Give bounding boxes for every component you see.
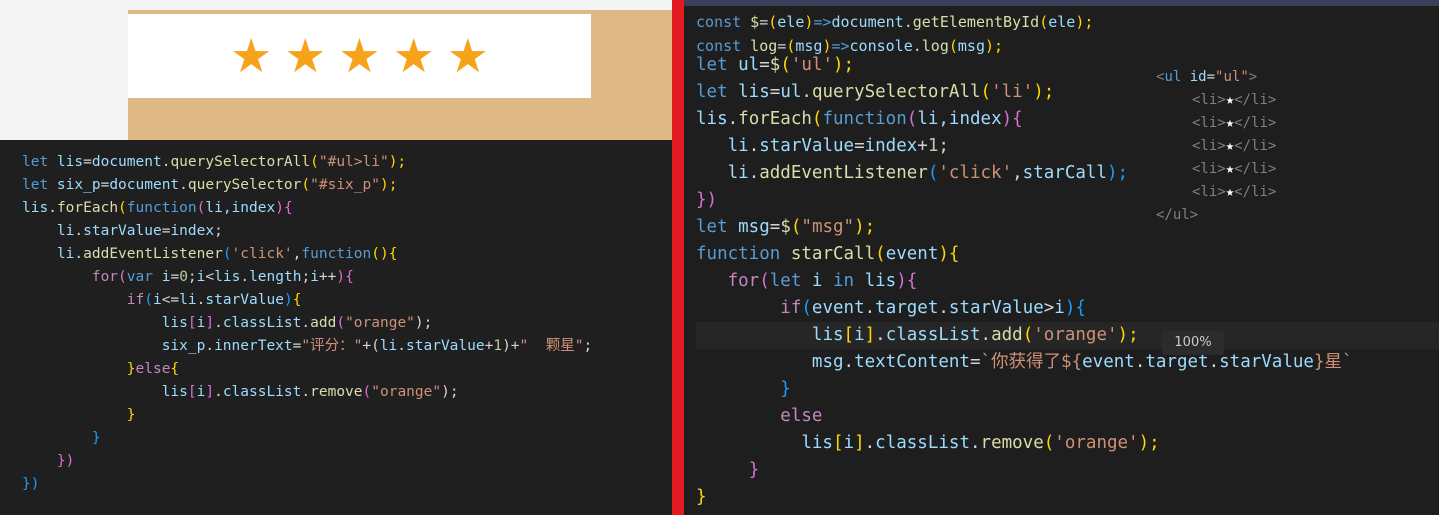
code-line: }: [696, 487, 707, 507]
code-line: lis.forEach(function(li,index){: [22, 200, 293, 216]
html-line: <li>★</li>: [1192, 92, 1277, 108]
html-line: <li>★</li>: [1192, 161, 1277, 177]
star-icon[interactable]: ★: [393, 33, 435, 80]
code-line: const $=(ele)=>document.getElementById(e…: [696, 13, 1094, 31]
code-line: six_p.innerText="评分："+(li.starValue+1)+"…: [161, 338, 593, 354]
code-line: }: [91, 430, 101, 446]
code-line: }): [56, 453, 75, 469]
star-rating: ★ ★ ★ ★ ★: [128, 14, 591, 98]
code-line: li.starValue=index;: [56, 223, 223, 239]
code-line: lis[i].classList.add("orange");: [161, 315, 433, 331]
top-strip: [684, 0, 1439, 6]
red-divider: [672, 0, 684, 515]
code-line: }: [126, 407, 136, 423]
code-line: }: [780, 379, 791, 399]
html-line: <ul id="ul">: [1156, 69, 1258, 85]
star-icon[interactable]: ★: [447, 33, 489, 80]
code-line: let lis=document.querySelectorAll("#ul>l…: [22, 154, 407, 170]
code-line: if(i<=li.starValue){: [126, 292, 302, 308]
star-icon[interactable]: ★: [230, 33, 272, 80]
left-code-editor[interactable]: let lis=document.querySelectorAll("#ul>l…: [0, 140, 672, 515]
code-line: for(let i in lis){: [727, 271, 918, 291]
html-line: <li>★</li>: [1192, 115, 1277, 131]
html-line: </ul>: [1156, 207, 1199, 223]
code-line: else: [780, 406, 823, 426]
zoom-indicator: 100%: [1162, 331, 1224, 355]
html-line: <li>★</li>: [1192, 138, 1277, 154]
star-icon[interactable]: ★: [284, 33, 326, 80]
code-line: li.addEventListener('click',function(){: [56, 246, 398, 262]
code-line: if(event.target.starValue>i){: [780, 298, 1086, 318]
star-icon[interactable]: ★: [338, 33, 380, 80]
code-line: for(var i=0;i<lis.length;i++){: [91, 269, 354, 285]
code-line: }else{: [126, 361, 180, 377]
code-line: let six_p=document.querySelector("#six_p…: [22, 177, 398, 193]
code-line: lis[i].classList.remove('orange');: [801, 433, 1160, 453]
code-line: }: [748, 460, 760, 480]
code-line: function starCall(event){: [696, 244, 960, 264]
code-line: lis[i].classList.remove("orange");: [161, 384, 459, 400]
html-line: <li>★</li>: [1192, 184, 1277, 200]
code-line: }): [22, 476, 40, 492]
html-snippet-panel: <ul id="ul"> <li>★</li> <li>★</li> <li>★…: [1150, 66, 1370, 230]
code-line: msg.textContent=`你获得了${event.target.star…: [811, 352, 1353, 372]
code-line: lis[i].classList.add('orange');: [696, 322, 1439, 349]
